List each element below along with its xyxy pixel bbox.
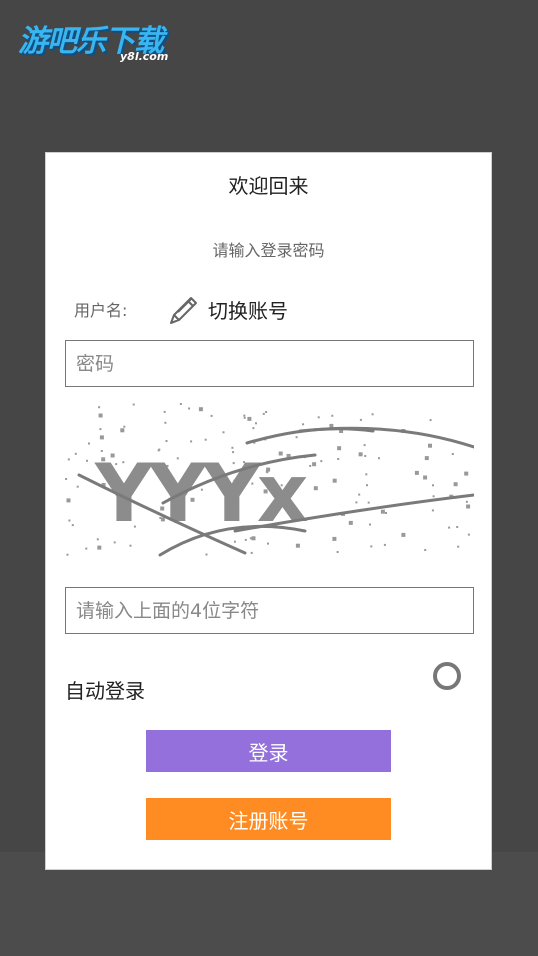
username-label: 用户名: <box>74 301 128 320</box>
login-card: 欢迎回来 请输入登录密码 用户名: 切换账号 YYYx 自动登录 <box>45 152 492 870</box>
register-button[interactable]: 注册账号 <box>146 798 391 840</box>
watermark-domain: y8l.com <box>120 50 169 63</box>
switch-account-link[interactable]: 切换账号 <box>208 295 288 324</box>
password-input[interactable] <box>65 340 474 387</box>
captcha-input[interactable] <box>65 587 474 634</box>
auto-login-toggle[interactable] <box>433 662 461 690</box>
pencil-icon[interactable] <box>166 293 200 327</box>
captcha-image[interactable]: YYYx <box>65 403 474 561</box>
username-row: 用户名: 切换账号 <box>74 293 454 327</box>
login-button[interactable]: 登录 <box>146 730 391 772</box>
dialog-title: 欢迎回来 <box>228 174 309 198</box>
dialog-subtitle: 请输入登录密码 <box>212 241 325 260</box>
auto-login-label: 自动登录 <box>65 679 145 703</box>
watermark-logo: 游吧乐下载 y8l.com <box>14 12 190 68</box>
